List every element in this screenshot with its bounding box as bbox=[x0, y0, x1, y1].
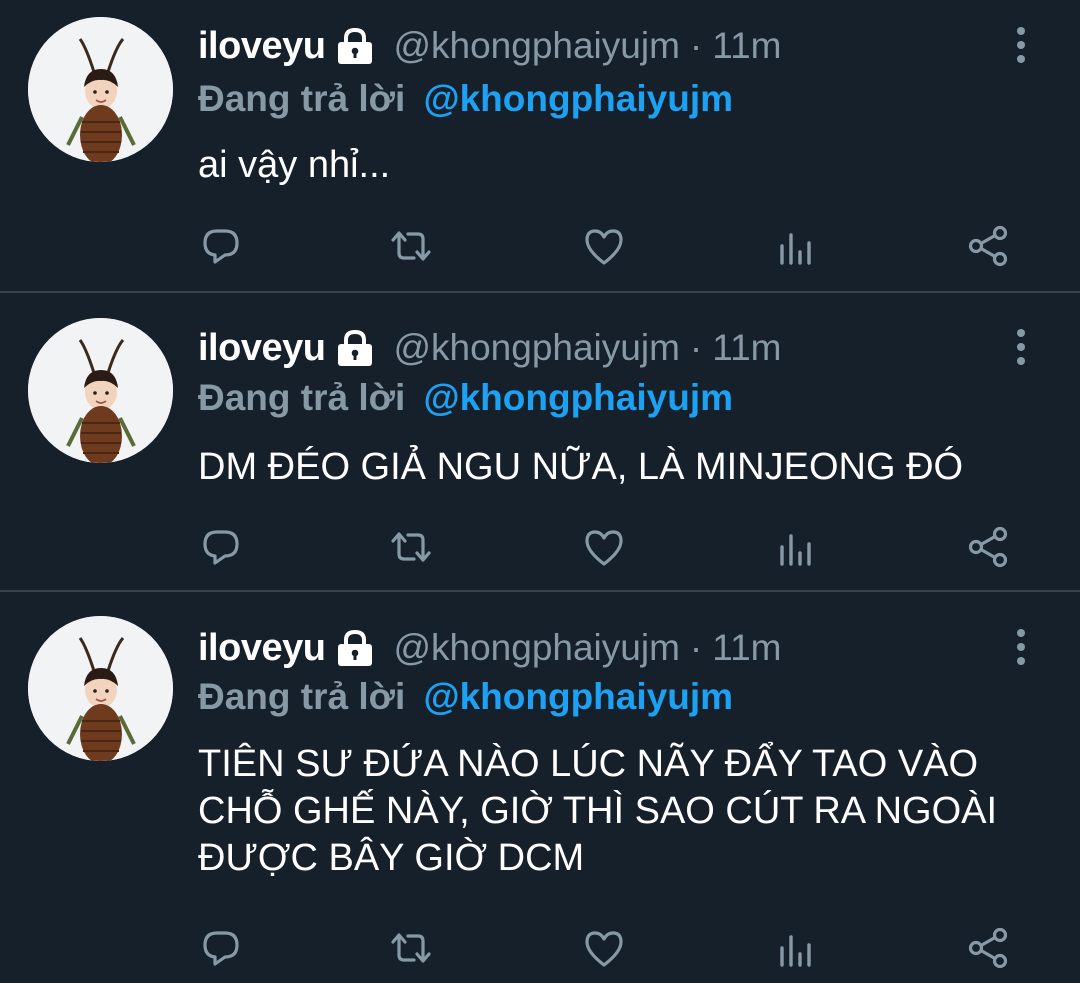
user-handle[interactable]: @khongphaiyujm bbox=[393, 627, 679, 669]
tweet[interactable]: iloveyu @khongphaiyujm · 11m Đang trả lờ… bbox=[0, 592, 1080, 983]
more-vertical-icon[interactable] bbox=[1005, 324, 1037, 370]
timestamp[interactable]: 11m bbox=[712, 327, 781, 369]
avatar[interactable] bbox=[28, 17, 173, 162]
timestamp[interactable]: 11m bbox=[712, 25, 781, 67]
like-icon[interactable] bbox=[580, 924, 628, 972]
separator: · bbox=[689, 25, 703, 66]
reply-label: Đang trả lời bbox=[198, 676, 406, 717]
user-handle[interactable]: @khongphaiyujm bbox=[393, 25, 679, 67]
reply-context: Đang trả lời @khongphaiyujm bbox=[198, 377, 733, 419]
reply-icon[interactable] bbox=[197, 523, 245, 571]
reply-icon[interactable] bbox=[197, 222, 245, 270]
timestamp[interactable]: 11m bbox=[712, 627, 781, 669]
separator: · bbox=[689, 327, 703, 368]
reply-label: Đang trả lời bbox=[198, 78, 406, 119]
tweet-text: ai vậy nhỉ... bbox=[198, 144, 391, 186]
tweet-actions bbox=[0, 523, 1080, 571]
reply-context: Đang trả lời @khongphaiyujm bbox=[198, 78, 733, 120]
tweet-text: DM ĐÉO GIẢ NGU NỮA, LÀ MINJEONG ĐÓ bbox=[198, 446, 964, 488]
lock-icon bbox=[335, 26, 375, 66]
retweet-icon[interactable] bbox=[387, 924, 435, 972]
avatar[interactable] bbox=[28, 616, 173, 761]
tweet-header: iloveyu @khongphaiyujm · 11m bbox=[198, 22, 781, 70]
like-icon[interactable] bbox=[580, 222, 628, 270]
more-vertical-icon[interactable] bbox=[1005, 22, 1037, 68]
display-name[interactable]: iloveyu bbox=[198, 25, 326, 68]
reply-icon[interactable] bbox=[197, 924, 245, 972]
reply-handle-link[interactable]: @khongphaiyujm bbox=[424, 377, 733, 418]
retweet-icon[interactable] bbox=[387, 523, 435, 571]
lock-icon bbox=[335, 628, 375, 668]
tweet-actions bbox=[0, 924, 1080, 972]
display-name[interactable]: iloveyu bbox=[198, 627, 326, 670]
timeline: iloveyu @khongphaiyujm · 11m Đang trả lờ… bbox=[0, 0, 1080, 983]
like-icon[interactable] bbox=[580, 523, 628, 571]
avatar[interactable] bbox=[28, 318, 173, 463]
share-icon[interactable] bbox=[964, 222, 1012, 270]
reply-handle-link[interactable]: @khongphaiyujm bbox=[424, 78, 733, 119]
avatar-image bbox=[28, 318, 173, 463]
tweet-text: TIÊN SƯ ĐỨA NÀO LÚC NÃY ĐẨY TAO VÀO CHỖ … bbox=[198, 743, 998, 879]
tweet[interactable]: iloveyu @khongphaiyujm · 11m Đang trả lờ… bbox=[0, 0, 1080, 292]
user-handle[interactable]: @khongphaiyujm bbox=[393, 327, 679, 369]
more-vertical-icon[interactable] bbox=[1005, 624, 1037, 670]
tweet-header: iloveyu @khongphaiyujm · 11m bbox=[198, 624, 781, 672]
lock-icon bbox=[335, 328, 375, 368]
views-icon[interactable] bbox=[772, 523, 820, 571]
tweet[interactable]: iloveyu @khongphaiyujm · 11m Đang trả lờ… bbox=[0, 293, 1080, 591]
share-icon[interactable] bbox=[964, 924, 1012, 972]
views-icon[interactable] bbox=[772, 222, 820, 270]
reply-handle-link[interactable]: @khongphaiyujm bbox=[424, 676, 733, 717]
reply-context: Đang trả lời @khongphaiyujm bbox=[198, 676, 733, 718]
display-name[interactable]: iloveyu bbox=[198, 327, 326, 370]
views-icon[interactable] bbox=[772, 924, 820, 972]
reply-label: Đang trả lời bbox=[198, 377, 406, 418]
retweet-icon[interactable] bbox=[387, 222, 435, 270]
tweet-actions bbox=[0, 222, 1080, 270]
share-icon[interactable] bbox=[964, 523, 1012, 571]
tweet-header: iloveyu @khongphaiyujm · 11m bbox=[198, 324, 781, 372]
separator: · bbox=[689, 627, 703, 668]
avatar-image bbox=[28, 17, 173, 162]
avatar-image bbox=[28, 616, 173, 761]
